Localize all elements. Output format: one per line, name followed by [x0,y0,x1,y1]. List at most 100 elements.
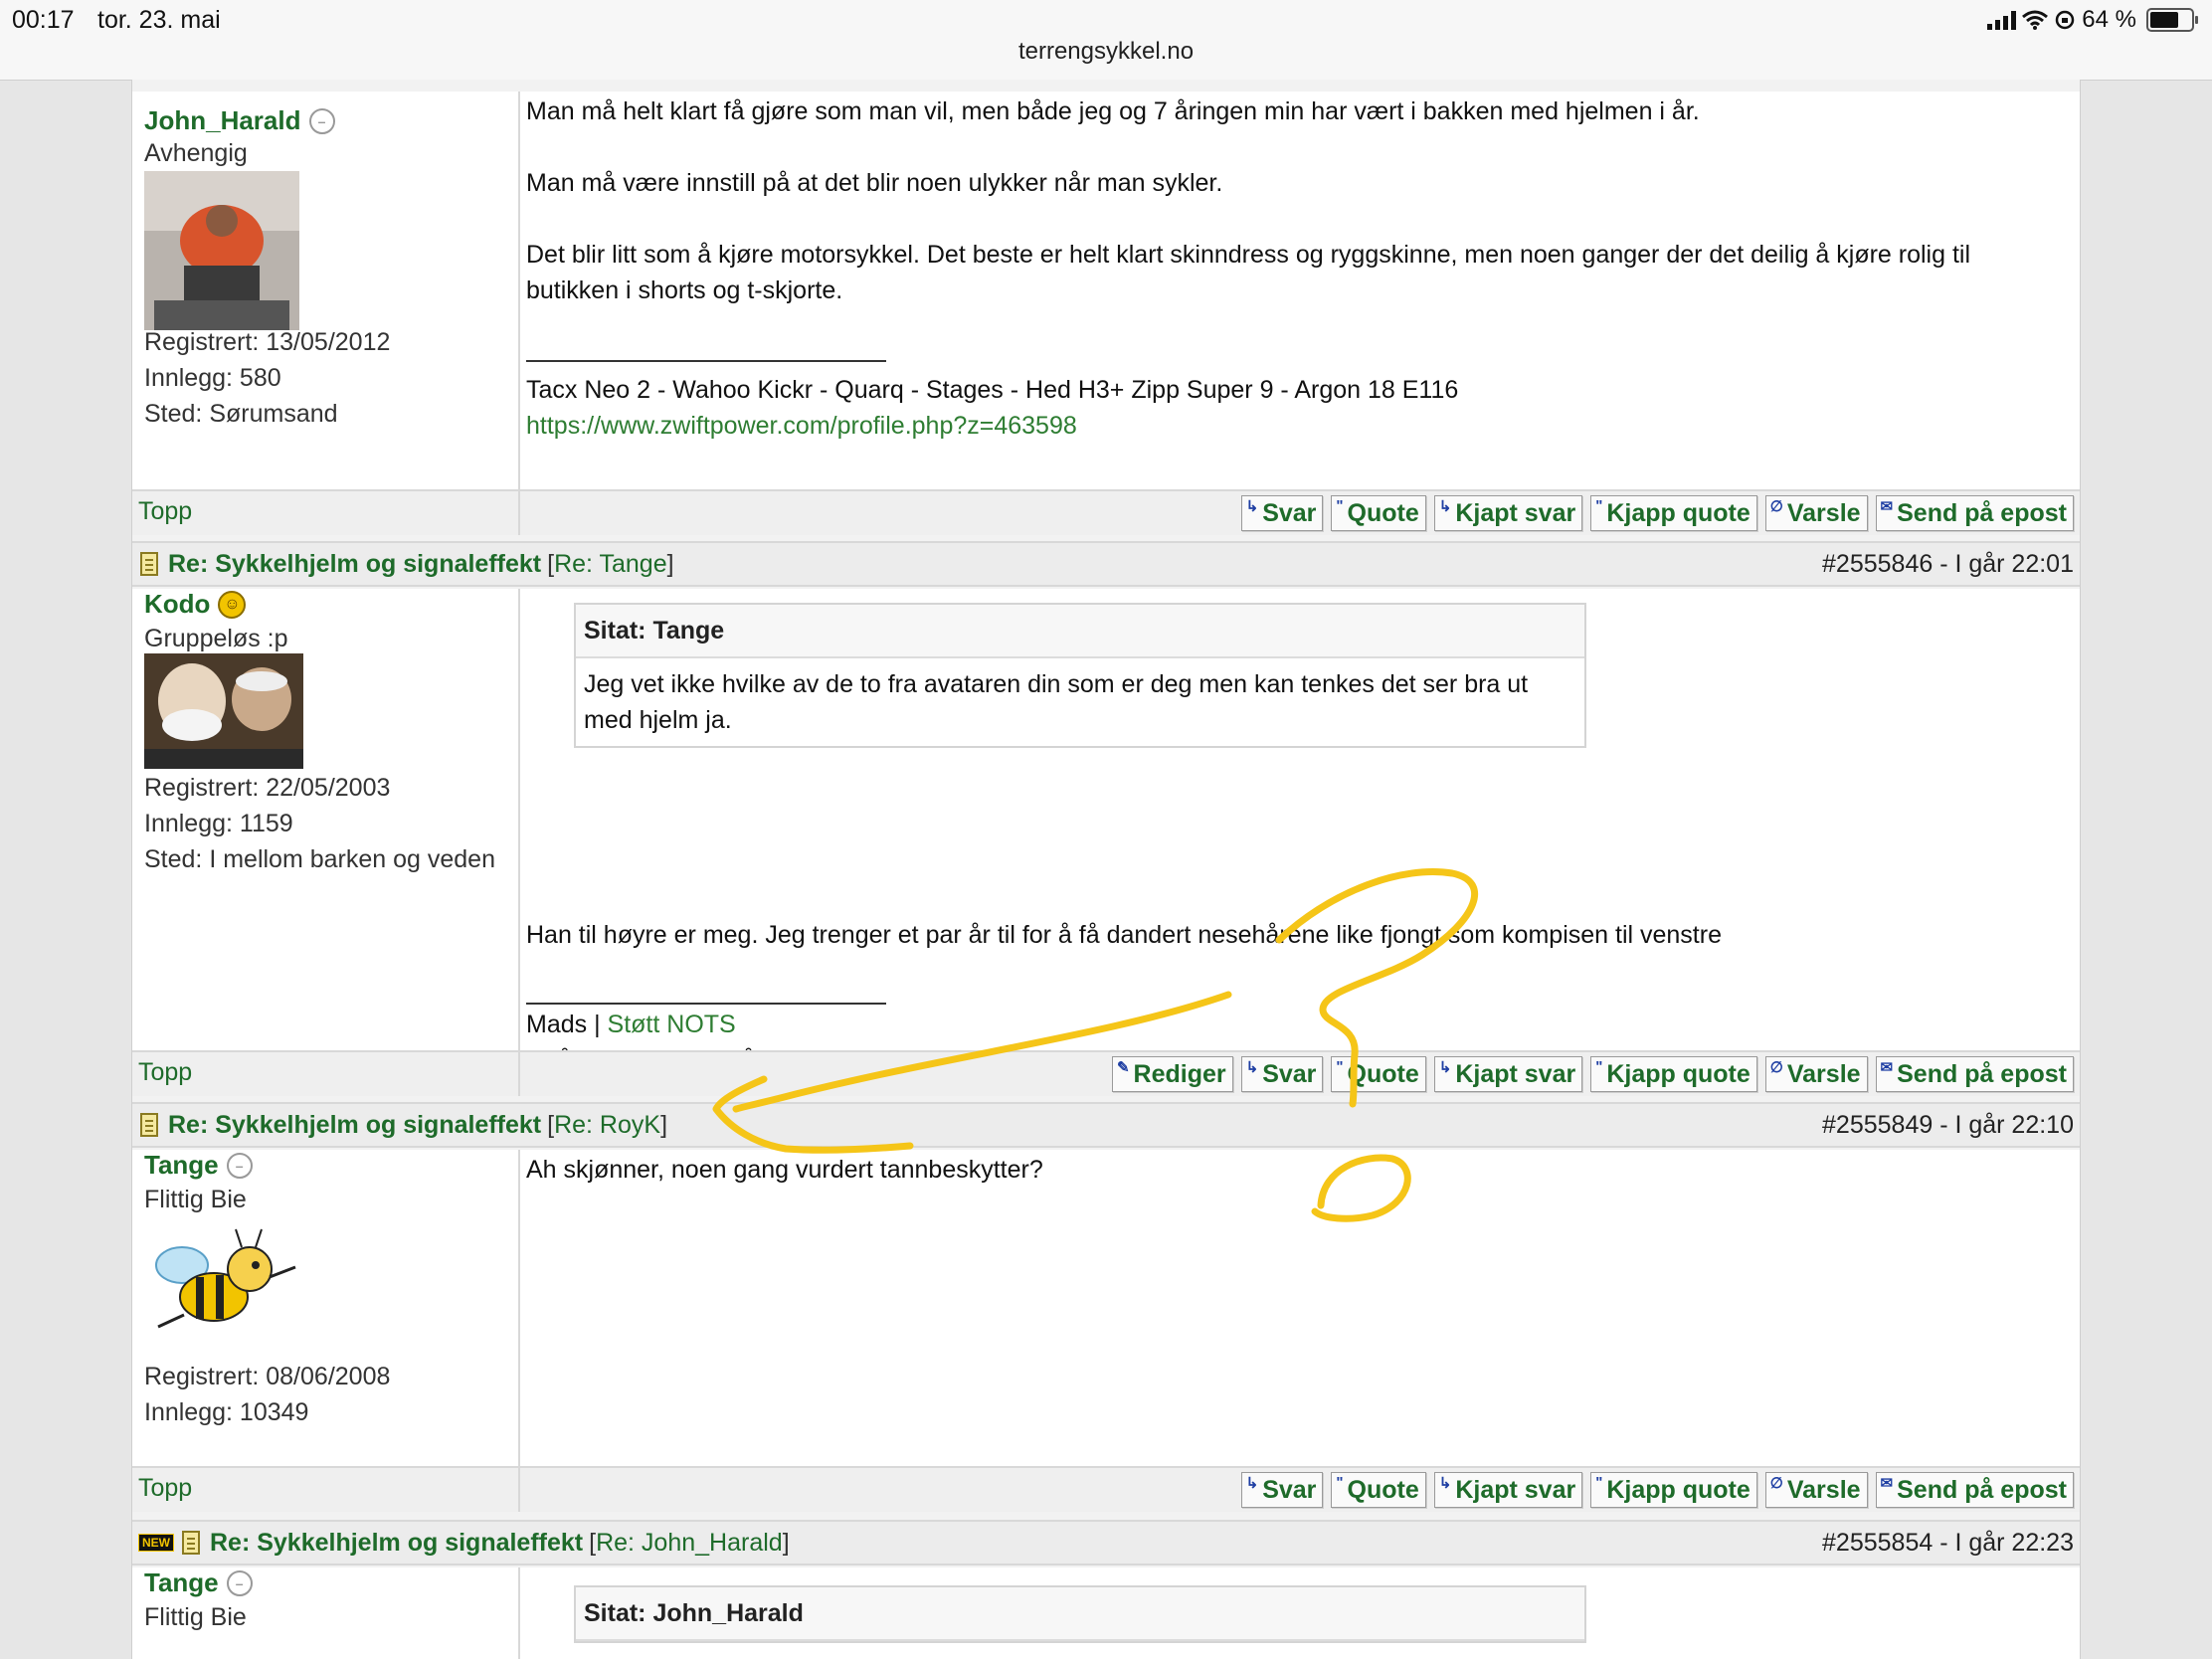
cellular-signal-icon [1987,10,2017,30]
post-tange-2: Tange – Flittig Bie Sitat: John_Harald [132,1567,2080,1659]
post-count: Innlegg: 1159 [144,810,293,837]
message-paragraph: Man må helt klart få gjøre som man vil, … [526,97,1700,125]
report-button[interactable]: ∅ Varsle [1764,1056,1868,1092]
quote-button[interactable]: " Quote [1331,1056,1426,1092]
reply-icon: ↳ [1245,498,1259,515]
send-email-button[interactable]: ✉ Send på epost [1875,495,2074,531]
post-count: Innlegg: 10349 [144,1398,309,1426]
user-rank: Flittig Bie [144,1186,247,1213]
signature-link[interactable]: https://www.zwiftpower.com/profile.php?z… [526,408,1077,444]
post-count: Innlegg: 580 [144,364,281,392]
post-header: Re: Sykkelhjelm og signaleffekt [Re: Roy… [132,1102,2080,1148]
quick-reply-icon: ↳ [1438,1059,1452,1076]
edit-icon: ✎ [1116,1059,1130,1076]
username-link[interactable]: Kodo [144,589,210,620]
post-footer: Topp ✎ Rediger ↳ Svar " Quote ↳ Kjapt svar "… [132,1050,2080,1096]
date: tor. 23. mai [97,6,221,34]
username-link[interactable]: John_Harald [144,105,301,136]
orientation-lock-icon [2056,10,2075,30]
quote-block: Sitat: John_Harald [574,1585,1586,1643]
battery-icon [2146,8,2198,32]
offline-status-icon: – [226,1152,253,1179]
quick-reply-button[interactable]: ↳ Kjapt svar [1433,495,1583,531]
top-link[interactable]: Topp [138,1058,192,1087]
signature-link[interactable]: Støtt NOTS [608,1011,736,1038]
post-kodo: Kodo ☺ Gruppeløs :p Registrert: 22/05/20… [132,589,2080,1074]
username-link[interactable]: Tange [144,1567,219,1598]
message-body: Man må helt klart få gjøre som man vil, … [520,92,2080,489]
post-document-icon [140,1113,158,1137]
reply-to-link[interactable]: Re: RoyK [554,1111,660,1139]
message-body: Ah skjønner, noen gang vurdert tannbesky… [520,1150,2080,1466]
forum-thread: John_Harald – Avhengig Registrert: 13/05… [131,80,2081,1659]
message-paragraph: butikken i shorts og t-skjorte. [526,276,843,304]
battery-percent: 64 % [2082,6,2136,33]
send-email-button[interactable]: ✉ Send på epost [1875,1472,2074,1508]
reply-button[interactable]: ↳ Svar [1240,495,1324,531]
offline-status-icon: – [308,107,335,134]
registered-date: Registrert: 13/05/2012 [144,328,391,356]
quick-reply-button[interactable]: ↳ Kjapt svar [1433,1056,1583,1092]
reply-to-link[interactable]: Re: John_Harald [596,1529,783,1557]
quick-reply-icon: ↳ [1438,498,1452,515]
user-rank: Flittig Bie [144,1603,247,1631]
quote-author: Sitat: John_Harald [576,1587,1584,1641]
report-icon: ∅ [1769,498,1783,515]
post-document-icon [182,1531,200,1555]
report-button[interactable]: ∅ Varsle [1764,495,1868,531]
user-rank: Avhengig [144,139,248,167]
quote-icon: " [1336,1058,1344,1075]
edit-button[interactable]: ✎ Rediger [1111,1056,1233,1092]
user-panel: John_Harald – Avhengig Registrert: 13/05… [132,92,520,489]
post-action-buttons: ↳ Svar " Quote ↳ Kjapt svar " Kjapp quote ∅ V… [520,491,2080,535]
quick-quote-button[interactable]: " Kjapp quote [1590,495,1757,531]
quote-block: Sitat: Tange Jeg vet ikke hvilke av de t… [574,603,1586,748]
post-id-time[interactable]: #2555846 - I går 22:01 [1822,550,2074,579]
quote-icon: " [1336,1474,1344,1491]
quick-quote-icon: " [1595,497,1603,514]
user-panel: Tange – Flittig Bie [132,1567,520,1659]
address-bar-url[interactable]: terrengsykkel.no [0,38,2212,66]
reply-icon: ↳ [1245,1475,1259,1492]
send-email-button[interactable]: ✉ Send på epost [1875,1056,2074,1092]
post-header: NEW Re: Sykkelhjelm og signaleffekt [Re:… [132,1520,2080,1566]
quick-reply-icon: ↳ [1438,1475,1452,1492]
post-id-time[interactable]: #2555849 - I går 22:10 [1822,1111,2074,1140]
wifi-icon [2022,10,2049,30]
user-panel: Tange – Flittig Bie Registrert: 08/06/20… [132,1150,520,1466]
quick-quote-button[interactable]: " Kjapp quote [1590,1056,1757,1092]
reply-button[interactable]: ↳ Svar [1240,1472,1324,1508]
post-header: Re: Sykkelhjelm og signaleffekt [Re: Tan… [132,541,2080,587]
new-post-badge: NEW [138,1534,174,1552]
user-avatar [144,653,303,769]
post-title-link[interactable]: Re: Sykkelhjelm og signaleffekt [210,1529,583,1558]
report-button[interactable]: ∅ Varsle [1764,1472,1868,1508]
quote-button[interactable]: " Quote [1331,1472,1426,1508]
reply-to-link[interactable]: Re: Tange [554,550,667,578]
post-footer: Topp ↳ Svar " Quote ↳ Kjapt svar " Kjapp quo… [132,1466,2080,1512]
quote-author: Sitat: Tange [576,605,1584,658]
quote-button[interactable]: " Quote [1331,495,1426,531]
location: Sted: Sørumsand [144,400,338,428]
registered-date: Registrert: 22/05/2003 [144,774,391,802]
post-title-link[interactable]: Re: Sykkelhjelm og signaleffekt [168,1111,541,1140]
username-link[interactable]: Tange [144,1150,219,1181]
report-icon: ∅ [1769,1059,1783,1076]
post-id-time[interactable]: #2555854 - I går 22:23 [1822,1529,2074,1558]
offline-status-icon: – [226,1569,253,1596]
user-panel: Kodo ☺ Gruppeløs :p Registrert: 22/05/20… [132,589,520,1050]
quote-icon: " [1336,497,1344,514]
quick-reply-button[interactable]: ↳ Kjapt svar [1433,1472,1583,1508]
message-body: Sitat: John_Harald [520,1567,2080,1659]
quick-quote-button[interactable]: " Kjapp quote [1590,1472,1757,1508]
post-title-link[interactable]: Re: Sykkelhjelm og signaleffekt [168,550,541,579]
email-icon: ✉ [1880,1475,1894,1492]
status-bar: 00:17 tor. 23. mai terrengsykkel.no 64 % [0,0,2212,81]
top-link[interactable]: Topp [138,1474,192,1503]
signature-divider [526,1003,886,1005]
report-icon: ∅ [1769,1475,1783,1492]
registered-date: Registrert: 08/06/2008 [144,1363,391,1390]
message-body: Sitat: Tange Jeg vet ikke hvilke av de t… [520,589,2080,1074]
top-link[interactable]: Topp [138,497,192,526]
reply-button[interactable]: ↳ Svar [1240,1056,1324,1092]
